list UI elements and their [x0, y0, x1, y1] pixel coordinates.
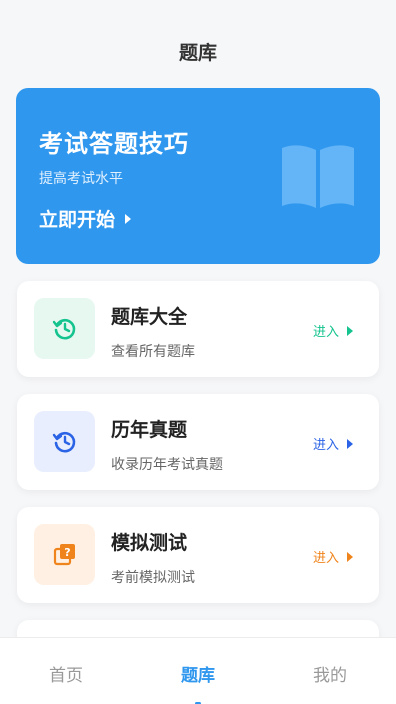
card-subtitle: 考前模拟测试 — [111, 570, 195, 586]
card-title: 模拟测试 — [111, 532, 188, 554]
card-mock-test[interactable]: ? 模拟测试 考前模拟测试 进入 — [17, 507, 379, 603]
start-button-label: 立即开始 — [39, 209, 116, 231]
top-bar: 题库 — [0, 0, 396, 80]
card-title: 历年真题 — [111, 419, 188, 441]
bottom-tab-bar: 首页 题库 我的 — [0, 637, 396, 704]
enter-label: 进入 — [312, 551, 339, 566]
card-subtitle: 收录历年考试真题 — [111, 457, 223, 473]
enter-link[interactable]: 进入 — [313, 547, 353, 566]
caret-right-icon — [347, 551, 353, 562]
enter-link[interactable]: 进入 — [313, 321, 353, 340]
enter-label: 进入 — [312, 325, 339, 340]
question-stack-icon: ? — [53, 543, 75, 565]
caret-right-icon — [347, 438, 353, 449]
card-icon-box — [34, 411, 95, 472]
card-icon-box: ? — [34, 524, 95, 585]
open-book-icon — [282, 145, 354, 208]
card-question-bank[interactable]: 题库大全 查看所有题库 进入 — [17, 281, 379, 377]
caret-right-icon — [347, 325, 353, 336]
enter-label: 进入 — [312, 438, 339, 453]
tab-home[interactable]: 首页 — [0, 661, 132, 686]
hero-subtitle: 提高考试水平 — [39, 171, 123, 187]
page-title: 题库 — [178, 42, 217, 64]
card-title: 题库大全 — [111, 306, 188, 328]
card-subtitle: 查看所有题库 — [111, 344, 195, 360]
start-button[interactable]: 立即开始 — [39, 205, 132, 232]
caret-right-icon — [125, 213, 132, 224]
tab-question-bank[interactable]: 题库 — [132, 661, 264, 686]
hero-title: 考试答题技巧 — [39, 130, 189, 158]
history-clock-icon — [52, 318, 75, 339]
tab-mine[interactable]: 我的 — [264, 661, 396, 686]
enter-link[interactable]: 进入 — [313, 434, 353, 453]
card-past-exams[interactable]: 历年真题 收录历年考试真题 进入 — [17, 394, 379, 490]
hero-banner[interactable]: 考试答题技巧 提高考试水平 立即开始 — [16, 88, 380, 264]
history-clock-icon — [52, 431, 75, 452]
svg-text:?: ? — [64, 546, 70, 559]
card-icon-box — [34, 298, 95, 359]
